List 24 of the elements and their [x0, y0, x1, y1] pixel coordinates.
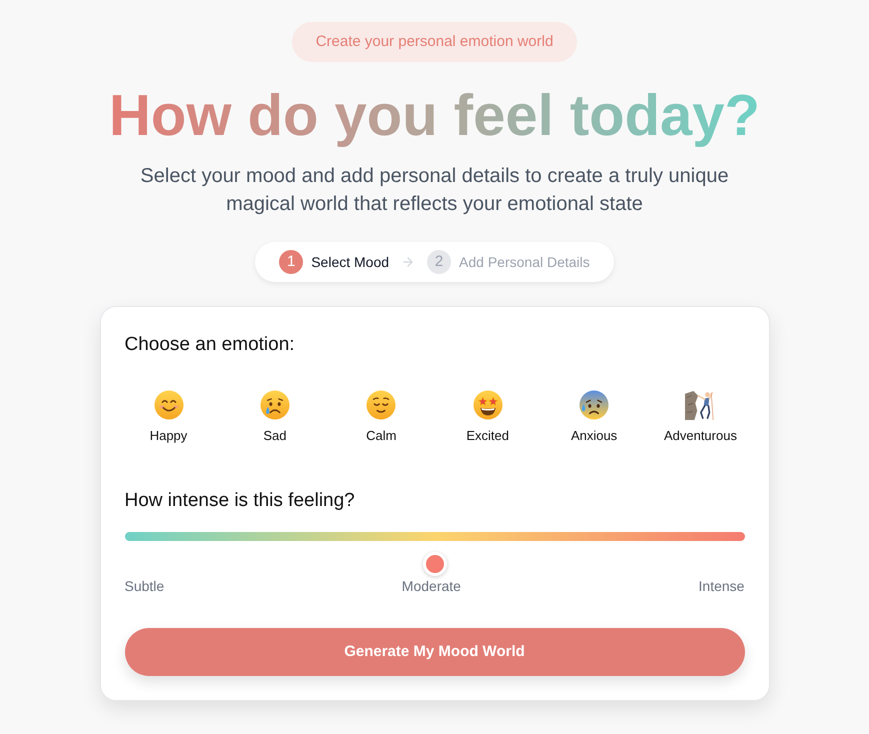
relieved-face-icon [366, 390, 396, 420]
page-subtitle: Select your mood and add personal details to create a truly unique magical world that reflects your emotional state [139, 164, 730, 217]
tagline-badge: Create your personal emotion world [292, 22, 578, 62]
smiling-face-icon [154, 390, 184, 420]
emotion-option[interactable]: Calm [337, 383, 426, 452]
section-heading: How intense is this feeling? [124, 489, 356, 513]
emotion-option[interactable]: Anxious [550, 383, 638, 452]
star-eyes-face-icon [472, 390, 503, 420]
emotion-option[interactable]: Excited [444, 383, 532, 452]
step-number: 2 [427, 250, 452, 274]
sweating-face-icon [579, 390, 610, 420]
slider-label: Intense [698, 577, 744, 596]
slider-label: Moderate [402, 577, 461, 596]
emotion-option[interactable]: Adventurous [656, 383, 744, 452]
step-label: Add Personal Details [459, 252, 590, 272]
section-heading: Choose an emotion: [124, 333, 296, 357]
crying-face-icon [260, 390, 290, 420]
emotion-option[interactable]: Happy [124, 383, 212, 452]
intensity-slider[interactable] [124, 532, 744, 576]
step-number: 1 [279, 250, 304, 274]
slider-label: Subtle [124, 577, 164, 596]
emotion-option[interactable]: Sad [230, 383, 319, 452]
rock-climber-icon [685, 390, 716, 420]
step-label: Select Mood [311, 252, 390, 272]
